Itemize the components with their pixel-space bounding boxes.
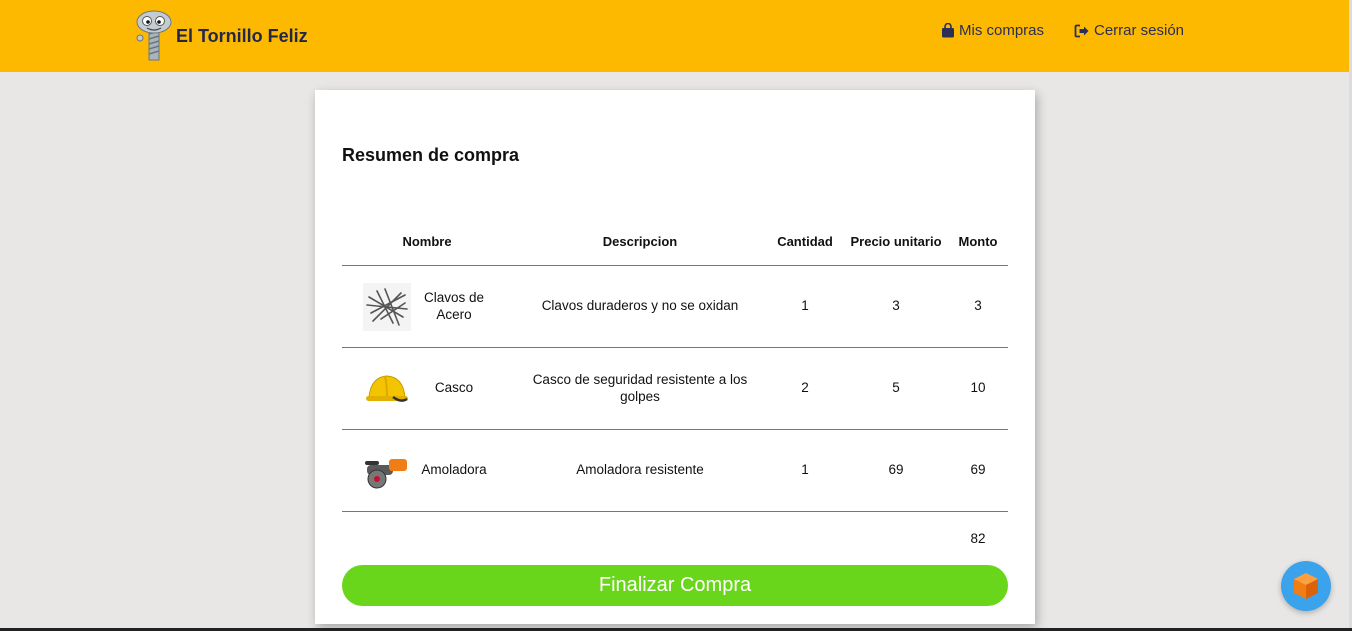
nav-cerrar-sesion-label: Cerrar sesión — [1094, 22, 1185, 39]
top-navbar: El Tornillo Feliz Mis compras Cerrar ses… — [0, 0, 1352, 72]
table-row: Clavos de Acero Clavos duraderos y no se… — [342, 266, 1008, 348]
box-icon — [1294, 573, 1318, 599]
product-name: Clavos de Acero — [423, 290, 485, 322]
product-description: Casco de seguridad resistente a los golp… — [532, 372, 748, 404]
table-row: Amoladora Amoladora resistente 1 69 69 — [342, 430, 1008, 512]
product-description: Clavos duraderos y no se oxidan — [541, 298, 739, 314]
product-amount: 10 — [970, 380, 986, 396]
col-precio-unitario: Precio unitario — [850, 234, 942, 250]
product-amount: 3 — [974, 298, 982, 314]
angle-grinder-image — [365, 458, 407, 488]
product-unit-price: 69 — [888, 462, 904, 478]
brand[interactable]: El Tornillo Feliz — [134, 8, 308, 64]
product-quantity: 1 — [801, 462, 809, 478]
col-nombre: Nombre — [402, 234, 452, 250]
product-unit-price: 5 — [892, 380, 900, 396]
product-quantity: 2 — [801, 380, 809, 396]
col-monto: Monto — [958, 234, 998, 250]
col-descripcion: Descripcion — [602, 234, 678, 250]
product-cell: Amoladora — [342, 430, 512, 511]
total-amount: 82 — [970, 531, 986, 546]
shopping-bag-icon — [942, 23, 954, 38]
floating-action-button[interactable] — [1281, 561, 1331, 611]
page-title: Resumen de compra — [342, 145, 520, 165]
product-cell: Casco — [342, 348, 512, 429]
product-unit-price: 3 — [892, 298, 900, 314]
product-name: Amoladora — [421, 462, 487, 478]
screw-logo-icon — [136, 10, 172, 61]
helmet-image — [366, 374, 408, 402]
purchase-summary-card: Resumen de compra Nombre Descripcion Can… — [315, 90, 1035, 624]
purchase-table: Nombre Descripcion Cantidad Precio unita… — [342, 218, 1008, 512]
nails-image — [363, 282, 411, 331]
nav-mis-compras-label: Mis compras — [959, 22, 1045, 39]
sign-out-icon — [1074, 24, 1089, 37]
product-name: Casco — [434, 380, 474, 396]
product-cell: Clavos de Acero — [342, 266, 512, 347]
nav-mis-compras[interactable]: Mis compras — [941, 22, 1044, 39]
col-cantidad: Cantidad — [777, 234, 833, 250]
brand-name: El Tornillo Feliz — [176, 25, 308, 46]
product-quantity: 1 — [801, 298, 809, 314]
finalize-purchase-button[interactable]: Finalizar Compra — [342, 565, 1008, 606]
product-description: Amoladora resistente — [576, 462, 704, 478]
product-amount: 69 — [970, 462, 986, 478]
table-row: Casco Casco de seguridad resistente a lo… — [342, 348, 1008, 430]
nav-cerrar-sesion[interactable]: Cerrar sesión — [1074, 22, 1184, 39]
table-header: Nombre Descripcion Cantidad Precio unita… — [342, 218, 1008, 266]
